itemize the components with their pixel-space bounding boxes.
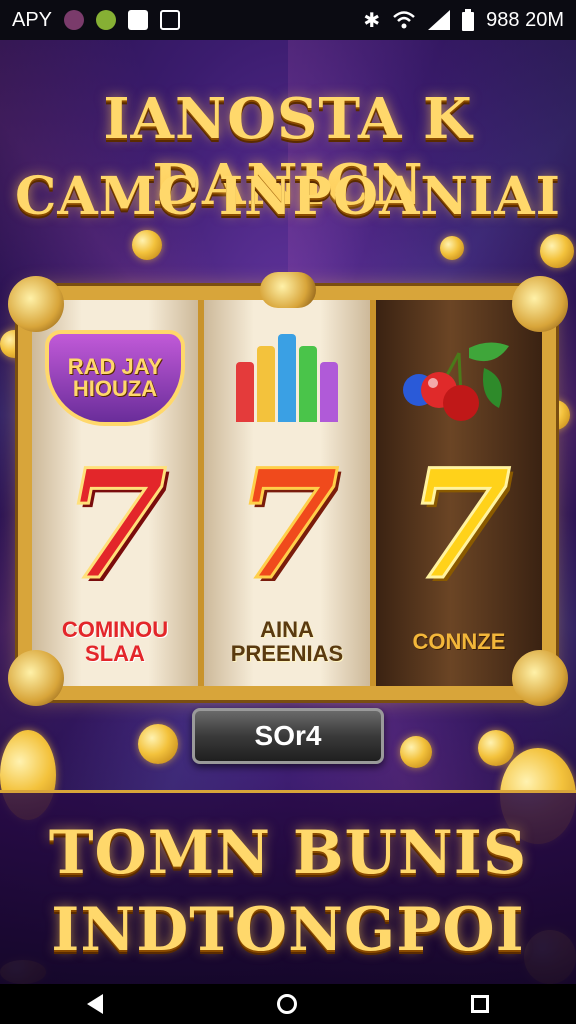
badge-text: RAD JAY HIOUZA	[67, 354, 163, 401]
frame-ornament-icon	[512, 276, 568, 332]
status-bar-left: APY	[12, 8, 181, 32]
reel-1-top-symbol: RAD JAY HIOUZA	[32, 328, 198, 428]
sim-card-icon	[128, 10, 149, 30]
seven-symbol: 7	[61, 437, 168, 613]
status-bar-app-text: APY	[12, 8, 53, 31]
home-icon[interactable]	[277, 994, 297, 1014]
status-bar-time: 988 20M	[486, 8, 564, 31]
battery-icon	[462, 9, 475, 31]
back-icon[interactable]	[87, 994, 103, 1014]
reel-3-label-line1: CONNZE	[412, 629, 506, 654]
status-bar-right: ✱ 988 20M	[363, 8, 564, 33]
reel-3-label: CONNZE	[376, 630, 542, 654]
navigation-bar	[0, 984, 576, 1024]
reel-1: RAD JAY HIOUZA 7 COMINOU SLAA	[32, 300, 204, 686]
camera-icon	[160, 10, 181, 30]
reel-3-top-symbol	[376, 328, 542, 428]
spin-button[interactable]: SOr4	[192, 708, 384, 764]
recent-apps-icon[interactable]	[471, 995, 489, 1013]
frame-ornament-icon	[8, 276, 64, 332]
reel-2: 7 AINA PREENIAS	[204, 300, 376, 686]
bars-icon	[236, 334, 338, 422]
reel-2-label-line2: PREENIAS	[230, 641, 344, 666]
wifi-icon	[393, 11, 415, 29]
seven-symbol: 7	[233, 437, 340, 613]
bluetooth-icon: ✱	[363, 9, 381, 32]
reels: RAD JAY HIOUZA 7 COMINOU SLAA 7 AINA PRE…	[32, 300, 542, 686]
coin-icon	[400, 736, 432, 768]
seven-symbol: 7	[405, 437, 512, 613]
frame-ornament-icon	[260, 272, 316, 308]
coin-icon	[478, 730, 514, 766]
signal-icon	[428, 10, 451, 30]
frame-ornament-icon	[8, 650, 64, 706]
reel-2-top-symbol	[204, 328, 370, 428]
status-bar: APY ✱ 988 20M	[0, 0, 576, 40]
header-title-line2: CAMC INPOANIAI	[15, 166, 561, 227]
reel-2-label-line1: AINA	[260, 617, 314, 642]
footer-title-line1: TOMN BUNIS	[48, 818, 528, 888]
reel-1-label-line1: COMINOU	[61, 617, 169, 642]
frame-ornament-icon	[512, 650, 568, 706]
notification-dot-icon	[64, 10, 85, 30]
badge-icon: RAD JAY HIOUZA	[45, 330, 185, 426]
coin-icon	[138, 724, 178, 764]
cherries-icon	[403, 342, 509, 421]
coin-icon	[540, 234, 574, 268]
coin-icon	[440, 236, 464, 260]
reel-3: 7 CONNZE	[376, 300, 542, 686]
lemon-app-icon	[96, 10, 117, 30]
reel-2-label: AINA PREENIAS	[204, 618, 370, 666]
footer-title-line2: INDTONGPOI	[51, 895, 525, 965]
slot-machine-frame: RAD JAY HIOUZA 7 COMINOU SLAA 7 AINA PRE…	[18, 286, 556, 700]
coin-icon	[132, 230, 162, 260]
